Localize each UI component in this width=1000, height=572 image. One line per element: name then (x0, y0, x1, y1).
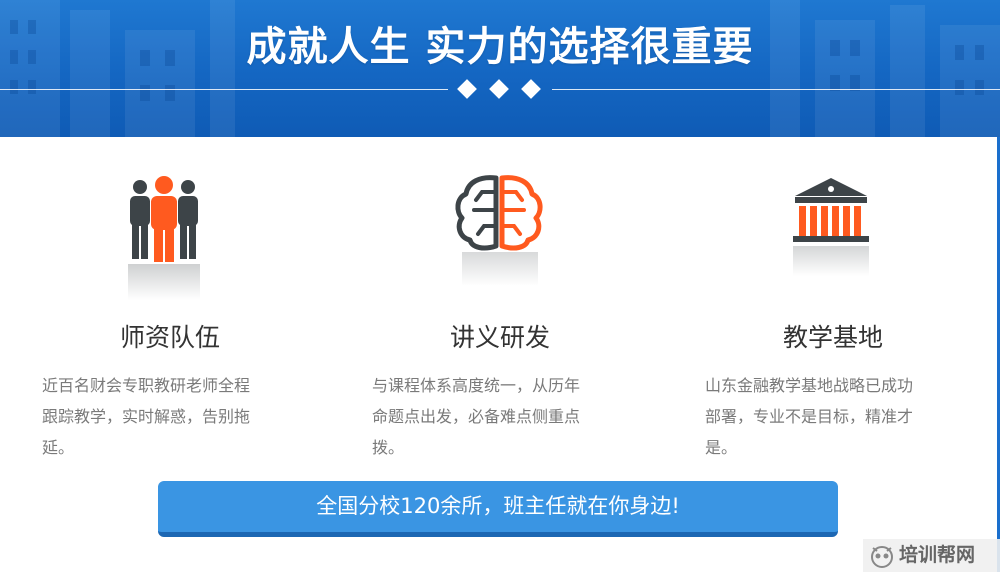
feature-description-line: 山东金融教学基地战略已成功 (705, 376, 914, 395)
feature-description-line: 部署，专业不是目标，精准才 (705, 407, 914, 426)
feature-materials: 讲义研发 与课程体系高度统一，从历年 命题点出发，必备难点侧重点 拨。 (350, 170, 650, 457)
banner-title: 成就人生 实力的选择很重要 (246, 24, 754, 70)
diamond-icon (489, 79, 509, 99)
branches-cta-button[interactable]: 全国分校120余所，班主任就在你身边! (158, 481, 838, 537)
feature-title: 讲义研发 (449, 323, 550, 352)
header-banner: 成就人生 实力的选择很重要 (0, 0, 1000, 137)
feature-title: 师资队伍 (119, 323, 220, 352)
watermark: 培训帮网 (863, 539, 1000, 572)
feature-description: 近百名财会专职教研老师全程 跟踪教学，实时解惑，告别拖 延。 (42, 370, 282, 463)
watermark-text: 培训帮网 (899, 544, 976, 566)
feature-description-line: 拨。 (372, 438, 405, 457)
team-icon (20, 170, 320, 300)
feature-base: 教学基地 山东金融教学基地战略已成功 部署，专业不是目标，精准才 是。 (683, 170, 983, 457)
feature-description-line: 跟踪教学，实时解惑，告别拖 (42, 407, 251, 426)
feature-description-line: 延。 (42, 438, 75, 457)
divider-line-left (0, 89, 448, 90)
feature-title: 教学基地 (782, 323, 883, 352)
diamond-icon (457, 79, 477, 99)
diamond-icon (521, 79, 541, 99)
feature-teachers: 师资队伍 近百名财会专职教研老师全程 跟踪教学，实时解惑，告别拖 延。 (20, 170, 320, 457)
institution-building-icon (683, 170, 983, 300)
feature-description-line: 近百名财会专职教研老师全程 (42, 376, 251, 395)
feature-description: 与课程体系高度统一，从历年 命题点出发，必备难点侧重点 拨。 (372, 370, 612, 463)
owl-logo-icon (871, 546, 893, 568)
feature-description: 山东金融教学基地战略已成功 部署，专业不是目标，精准才 是。 (705, 370, 945, 463)
brain-icon (350, 170, 650, 300)
feature-description-line: 与课程体系高度统一，从历年 (372, 376, 581, 395)
diamond-ornament (455, 78, 545, 102)
divider-line-right (552, 89, 1000, 90)
feature-description-line: 是。 (705, 438, 738, 457)
feature-description-line: 命题点出发，必备难点侧重点 (372, 407, 581, 426)
